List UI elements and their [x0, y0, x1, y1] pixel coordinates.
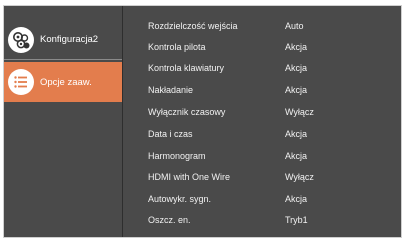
menu-row-hdmi-one-wire[interactable]: HDMI with One Wire Wyłącz — [123, 167, 401, 187]
row-label: Nakładanie — [148, 85, 194, 95]
osd-menu-window: Konfiguracja2 Opcje zaaw. Rozdzielczość … — [3, 5, 402, 238]
row-value: Auto — [285, 21, 304, 31]
menu-row-power-save[interactable]: Oszcz. en. Tryb1 — [123, 210, 401, 230]
row-value: Akcja — [285, 42, 308, 52]
row-label: Wyłącznik czasowy — [148, 107, 226, 117]
settings-menu: Rozdzielczość wejścia Auto Kontrola pilo… — [123, 6, 401, 237]
sidebar-item-label: Konfiguracja2 — [40, 34, 99, 45]
row-value: Wyłącz — [285, 172, 314, 182]
row-value: Akcja — [285, 129, 308, 139]
row-label: Harmonogram — [148, 151, 206, 161]
row-value: Akcja — [285, 63, 308, 73]
row-label: Rozdzielczość wejścia — [148, 21, 238, 31]
menu-row-input-resolution[interactable]: Rozdzielczość wejścia Auto — [123, 16, 401, 36]
menu-row-sleep-timer[interactable]: Wyłącznik czasowy Wyłącz — [123, 102, 401, 122]
gear-cluster-icon — [8, 26, 34, 53]
menu-row-overlay[interactable]: Nakładanie Akcja — [123, 80, 401, 100]
row-label: Kontrola klawiatury — [148, 63, 225, 73]
sidebar-item-label: Opcje zaaw. — [40, 76, 92, 88]
row-value: Akcja — [285, 151, 308, 161]
row-value: Akcja — [285, 194, 308, 204]
row-value: Tryb1 — [285, 215, 308, 225]
menu-row-keyboard-control[interactable]: Kontrola klawiatury Akcja — [123, 58, 401, 78]
menu-row-remote-control[interactable]: Kontrola pilota Akcja — [123, 37, 401, 57]
list-icon — [8, 69, 34, 95]
menu-row-auto-signal-detection[interactable]: Autowykr. sygn. Akcja — [123, 189, 401, 209]
row-label: Oszcz. en. — [148, 215, 191, 225]
menu-row-schedule[interactable]: Harmonogram Akcja — [123, 146, 401, 166]
row-label: Data i czas — [148, 129, 193, 139]
sidebar: Konfiguracja2 Opcje zaaw. — [4, 6, 122, 237]
sidebar-item-opcje-zaaw[interactable]: Opcje zaaw. — [4, 62, 122, 102]
row-value: Wyłącz — [285, 107, 314, 117]
row-value: Akcja — [285, 85, 308, 95]
row-label: HDMI with One Wire — [148, 172, 231, 182]
menu-row-date-time[interactable]: Data i czas Akcja — [123, 124, 401, 144]
row-label: Autowykr. sygn. — [148, 194, 212, 204]
row-label: Kontrola pilota — [148, 42, 206, 52]
sidebar-item-konfiguracja2[interactable]: Konfiguracja2 — [4, 20, 122, 60]
